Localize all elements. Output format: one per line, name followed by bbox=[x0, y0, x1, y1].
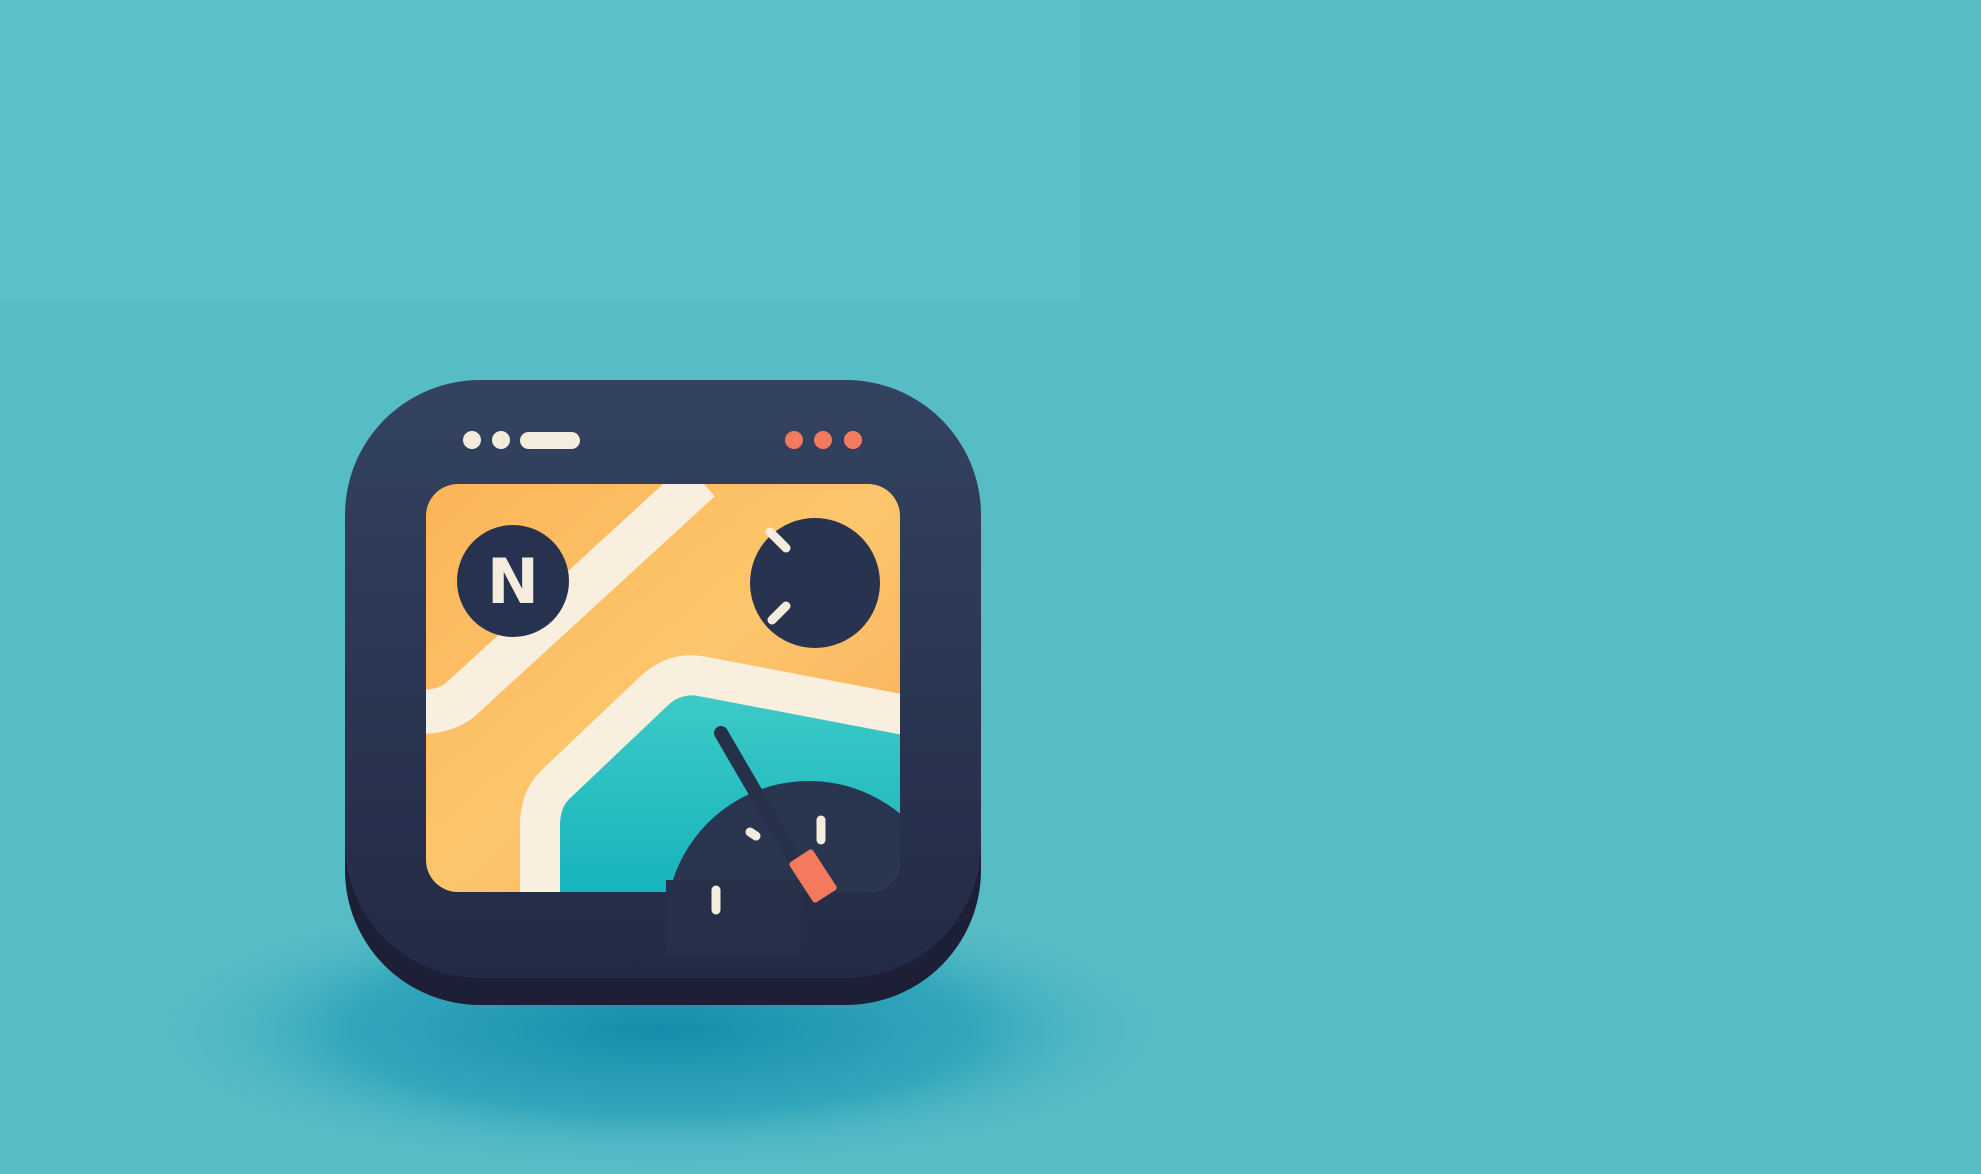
window-bar-icon bbox=[520, 432, 580, 449]
window-dot-red-icon bbox=[814, 431, 832, 449]
app-icon-scene: N bbox=[0, 0, 1180, 1170]
app-icon: N bbox=[345, 380, 981, 1005]
background-light-band bbox=[0, 0, 1080, 300]
dial-icon bbox=[750, 518, 880, 648]
window-dot-red-icon bbox=[785, 431, 803, 449]
window-dot-icon bbox=[492, 431, 510, 449]
window-dot-icon bbox=[463, 431, 481, 449]
gauge-base bbox=[666, 880, 801, 956]
compass-button: N bbox=[457, 525, 569, 637]
gauge-tick bbox=[745, 827, 761, 841]
compass-letter: N bbox=[487, 545, 539, 618]
window-dot-red-icon bbox=[844, 431, 862, 449]
